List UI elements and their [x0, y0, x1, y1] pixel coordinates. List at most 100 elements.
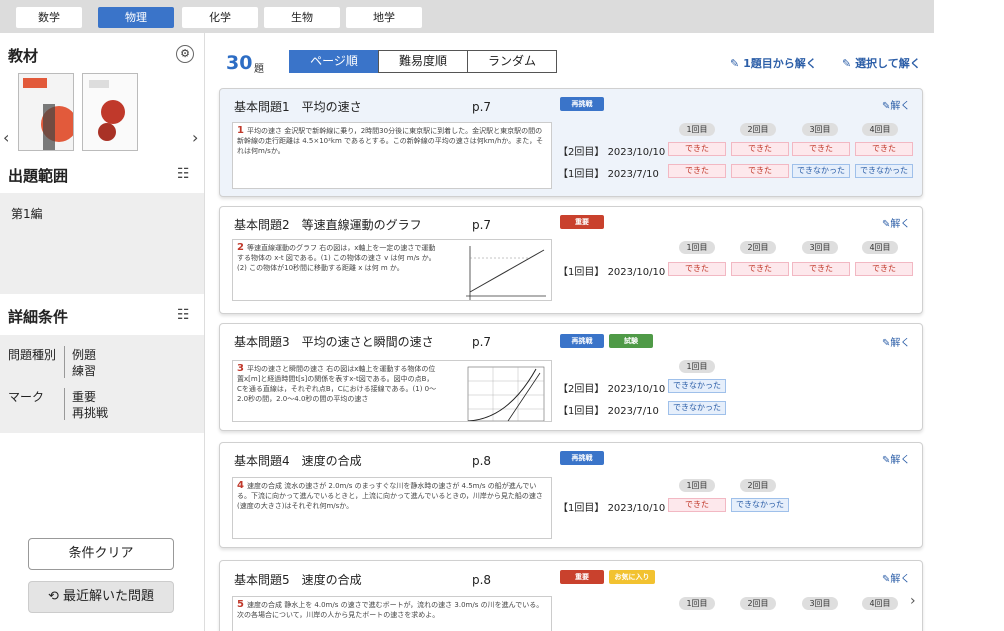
- problem-card[interactable]: 基本問題2 等速直線運動のグラフ p.7 重要 ✎解く 2 等速直線運動のグラフ …: [219, 206, 923, 314]
- mark-value-important[interactable]: 重要: [72, 388, 96, 405]
- problem-thumbnail[interactable]: 4 速度の合成 流水の速さが 2.0m/s のまっすぐな川を静水時の速さが 4.5…: [232, 477, 552, 539]
- round-header: 1回目: [679, 360, 715, 373]
- attempt-row: 【2回目】 2023/10/10: [558, 143, 665, 158]
- solve-label: 解く: [890, 455, 911, 466]
- recent-problems-button[interactable]: ⟲ 最近解いた問題: [28, 581, 174, 613]
- problem-card[interactable]: 基本問題5 速度の合成 p.8 重要 お気に入り ✎解く 5 速度の合成 静水上を…: [219, 560, 923, 631]
- start-from-first-link[interactable]: ✎ 1題目から解く: [730, 55, 817, 71]
- solve-link[interactable]: ✎解く: [882, 215, 910, 230]
- range-value[interactable]: 第1編: [11, 205, 43, 222]
- problem-card[interactable]: 基本問題4 速度の合成 p.8 再挑戦 ✎解く 4 速度の合成 流水の速さが 2.…: [219, 442, 923, 548]
- problem-card[interactable]: 基本問題3 平均の速さと瞬間の速さ p.7 再挑戦 試験 ✎解く 3 平均の速さと…: [219, 323, 923, 431]
- round-header: 2回目: [740, 241, 776, 254]
- solve-label: 解く: [890, 338, 911, 349]
- range-panel: 第1編: [0, 193, 204, 294]
- filter-icon[interactable]: ☷: [177, 166, 190, 182]
- attempt-row: 【1回目】 2023/10/10: [558, 499, 665, 514]
- tag-important: 重要: [560, 570, 604, 584]
- select-and-solve-link[interactable]: ✎ 選択して解く: [842, 55, 921, 71]
- sort-difficulty[interactable]: 難易度順: [378, 50, 468, 73]
- gear-icon[interactable]: ⚙: [176, 45, 194, 63]
- solve-link[interactable]: ✎解く: [882, 451, 910, 466]
- problem-title: 基本問題2 等速直線運動のグラフ: [234, 218, 422, 232]
- problem-thumbnail[interactable]: 5 速度の合成 静水上を 4.0m/s の速さで進むボートが，流れの速さ 3.0m…: [232, 596, 552, 631]
- subject-tab-biology[interactable]: 生物: [264, 7, 340, 28]
- textbook-cover-art: [83, 74, 137, 150]
- subject-tab-physics[interactable]: 物理: [98, 7, 174, 28]
- thumb-text: 平均の速さ 金沢駅で新幹線に乗り，2時間30分後に東京駅に到着した。金沢駅と東京…: [237, 127, 544, 155]
- problem-thumbnail[interactable]: 1 平均の速さ 金沢駅で新幹線に乗り，2時間30分後に東京駅に到着した。金沢駅と東…: [232, 122, 552, 189]
- problem-title: 基本問題4 速度の合成: [234, 454, 362, 468]
- chevron-right-icon[interactable]: ›: [192, 128, 198, 147]
- textbook-cover-1[interactable]: [18, 73, 74, 151]
- result-not-done: できなかった: [668, 379, 726, 393]
- mark-label: マーク: [8, 390, 45, 404]
- result-done: できた: [731, 164, 789, 178]
- attempt-row: 【2回目】 2023/10/10: [558, 380, 665, 395]
- problem-card[interactable]: 基本問題1 平均の速さ p.7 再挑戦 ✎解く 1 平均の速さ 金沢駅で新幹線に乗…: [219, 88, 923, 197]
- subject-bar: 数学 物理 化学 生物 地学: [0, 0, 934, 33]
- type-value-example[interactable]: 例題: [72, 346, 96, 363]
- round-header: 2回目: [740, 479, 776, 492]
- divider: [64, 346, 65, 378]
- sort-random[interactable]: ランダム: [467, 50, 557, 73]
- problem-page: p.8: [472, 454, 492, 468]
- detail-heading: 詳細条件: [8, 308, 69, 326]
- solve-link[interactable]: ✎解く: [882, 97, 910, 112]
- result-done: できた: [668, 164, 726, 178]
- sidebar: 教材 ⚙ ‹ › 出題範囲 ☷ 第1編 詳細条件 ☷ 問題種別 例題 練習 マー…: [0, 33, 205, 631]
- select-and-solve-label: 選択して解く: [855, 57, 921, 70]
- round-header: 4回目: [862, 597, 898, 610]
- attempt-date: 2023/10/10: [607, 384, 666, 395]
- history-icon: ⟲: [47, 589, 59, 604]
- problem-page: p.7: [472, 218, 492, 232]
- tag-retry: 再挑戦: [560, 451, 604, 465]
- round-header: 1回目: [679, 123, 715, 136]
- attempt-row: 【1回目】 2023/10/10: [558, 263, 665, 278]
- type-label: 問題種別: [8, 348, 57, 362]
- round-header: 2回目: [740, 123, 776, 136]
- attempt-label: 【1回目】: [558, 406, 605, 417]
- attempt-label: 【1回目】: [558, 169, 605, 180]
- subject-tab-chemistry[interactable]: 化学: [182, 7, 258, 28]
- tag-retry: 再挑戦: [560, 334, 604, 348]
- solve-link[interactable]: ✎解く: [882, 334, 910, 349]
- result-done: できた: [855, 142, 913, 156]
- subject-tab-earth-science[interactable]: 地学: [346, 7, 422, 28]
- mark-value-retry[interactable]: 再挑戦: [72, 404, 108, 421]
- tag-favorite: お気に入り: [609, 570, 655, 584]
- chevron-right-icon[interactable]: ›: [910, 593, 916, 609]
- attempt-date: 2023/10/10: [607, 503, 666, 514]
- problem-thumbnail[interactable]: 2 等速直線運動のグラフ 右の図は，x軸上を一定の速さで運動する物体の x-t 図…: [232, 239, 552, 301]
- result-not-done: できなかった: [855, 164, 913, 178]
- attempt-row: 【1回目】 2023/7/10: [558, 402, 659, 417]
- result-done: できた: [731, 142, 789, 156]
- result-not-done: できなかった: [731, 498, 789, 512]
- detail-panel: 問題種別 例題 練習 マーク 重要 再挑戦: [0, 335, 204, 433]
- chevron-left-icon[interactable]: ‹: [3, 128, 9, 147]
- solve-label: 解く: [890, 574, 911, 585]
- attempt-label: 【2回目】: [558, 384, 605, 395]
- thumb-text: 速度の合成 流水の速さが 2.0m/s のまっすぐな川を静水時の速さが 4.5m…: [237, 482, 543, 510]
- textbook-cover-2[interactable]: [82, 73, 138, 151]
- sort-page-order[interactable]: ページ順: [289, 50, 379, 73]
- round-header: 2回目: [740, 597, 776, 610]
- solve-label: 解く: [890, 219, 911, 230]
- thumb-text: 平均の速さと瞬間の速さ 右の図はx軸上を運動する物体の位置x[m]と経過時間t[…: [237, 365, 437, 403]
- type-value-practice[interactable]: 練習: [72, 362, 96, 379]
- round-header: 1回目: [679, 597, 715, 610]
- solve-link[interactable]: ✎解く: [882, 570, 910, 585]
- round-header: 4回目: [862, 241, 898, 254]
- result-done: できた: [792, 142, 850, 156]
- subject-tab-math[interactable]: 数学: [16, 7, 82, 28]
- material-heading: 教材: [8, 47, 39, 65]
- clear-conditions-button[interactable]: 条件クリア: [28, 538, 174, 570]
- problem-count-unit: 題: [254, 64, 264, 75]
- problem-thumbnail[interactable]: 3 平均の速さと瞬間の速さ 右の図はx軸上を運動する物体の位置x[m]と経過時間t…: [232, 360, 552, 422]
- result-done: できた: [855, 262, 913, 276]
- filter-icon[interactable]: ☷: [177, 307, 190, 323]
- round-header: 3回目: [802, 123, 838, 136]
- start-from-first-label: 1題目から解く: [743, 57, 817, 70]
- result-not-done: できなかった: [792, 164, 850, 178]
- problem-title: 基本問題5 速度の合成: [234, 573, 362, 587]
